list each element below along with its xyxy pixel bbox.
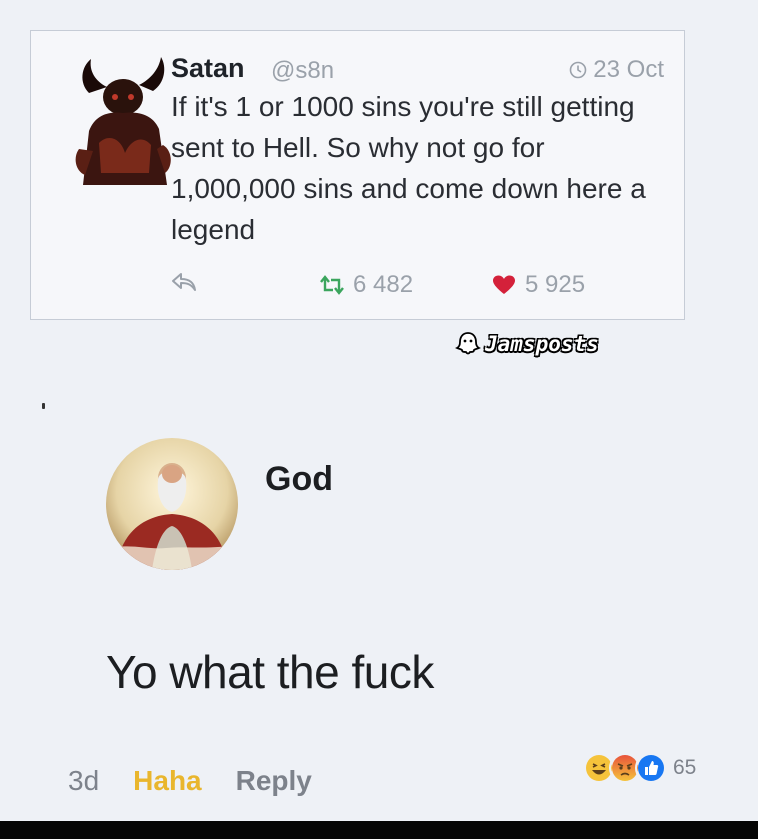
like-button[interactable]: 5 925 — [491, 271, 585, 299]
comment-text: Yo what the fuck — [106, 646, 434, 698]
tweet-card[interactable]: Satan @s8n 23 Oct If it's 1 or 1000 sins… — [30, 30, 685, 320]
god-avatar[interactable] — [106, 438, 238, 570]
ghost-icon — [455, 332, 481, 355]
tweet-author-name[interactable]: Satan — [171, 53, 245, 84]
reply-button[interactable] — [171, 271, 197, 293]
like-count: 5 925 — [525, 271, 586, 298]
tweet-date-text: 23 Oct — [593, 56, 664, 83]
reaction-count: 65 — [673, 756, 697, 779]
stray-mark — [42, 403, 45, 409]
reply-icon — [172, 273, 196, 291]
retweet-count: 6 482 — [353, 271, 414, 298]
tweet-text: If it's 1 or 1000 sins you're still gett… — [171, 91, 646, 245]
comment-timestamp[interactable]: 3d — [68, 765, 99, 797]
clock-icon — [569, 61, 587, 79]
comment-author-name[interactable]: God — [265, 460, 333, 499]
reply-link[interactable]: Reply — [236, 765, 312, 797]
watermark: Jamsposts — [455, 331, 599, 357]
comment-meta: 3d Haha Reply — [68, 765, 312, 797]
tweet-author-handle[interactable]: @s8n — [271, 57, 334, 85]
reaction-summary[interactable]: 65 — [583, 752, 696, 784]
comment: God Yo what the fuck 3d Haha Reply 65 — [48, 420, 696, 796]
haha-button[interactable]: Haha — [133, 765, 201, 797]
satan-avatar[interactable] — [69, 53, 177, 185]
heart-icon — [493, 275, 515, 294]
retweet-button[interactable]: 6 482 — [319, 271, 413, 299]
tweet-actions: 6 482 5 925 — [171, 271, 671, 305]
like-icon — [635, 752, 667, 784]
tweet-date: 23 Oct — [569, 56, 664, 84]
bottom-bar — [0, 821, 758, 839]
retweet-icon — [320, 275, 344, 295]
watermark-text: Jamsposts — [485, 332, 599, 356]
